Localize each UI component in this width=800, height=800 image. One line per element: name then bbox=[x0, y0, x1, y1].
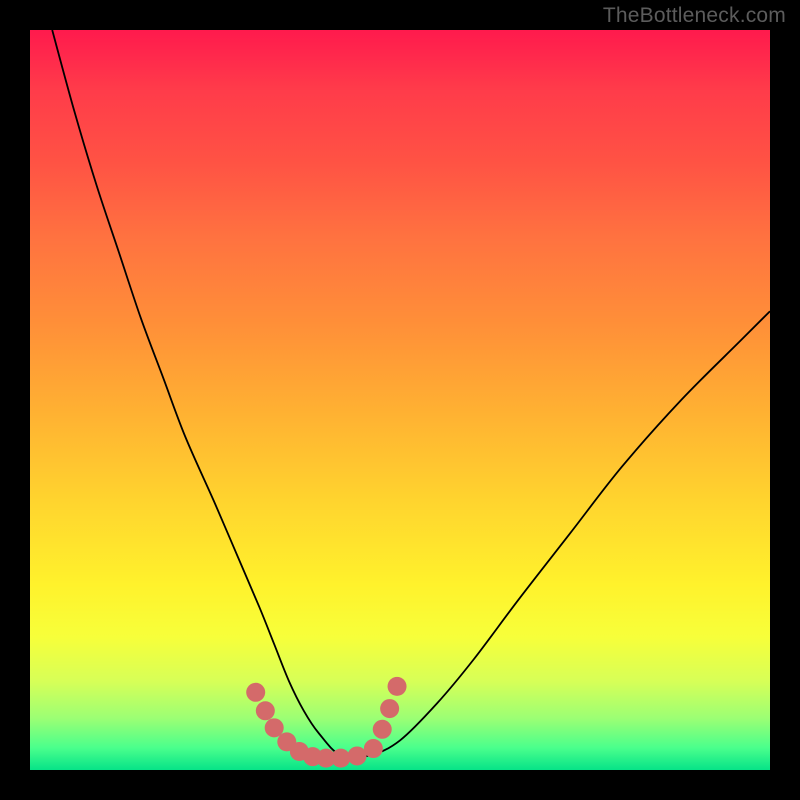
highlight-dot bbox=[380, 699, 399, 718]
watermark-text: TheBottleneck.com bbox=[603, 4, 786, 28]
chart-frame: TheBottleneck.com bbox=[0, 0, 800, 800]
highlight-dot bbox=[256, 701, 275, 720]
plot-area bbox=[30, 30, 770, 770]
highlight-dot bbox=[373, 720, 392, 739]
highlight-dot bbox=[364, 739, 383, 758]
bottleneck-curve bbox=[52, 30, 770, 758]
highlight-dots bbox=[246, 677, 406, 768]
highlight-dot bbox=[348, 746, 367, 765]
curve-layer bbox=[30, 30, 770, 770]
highlight-dot bbox=[246, 683, 265, 702]
highlight-dot bbox=[331, 749, 350, 768]
highlight-dot bbox=[388, 677, 407, 696]
